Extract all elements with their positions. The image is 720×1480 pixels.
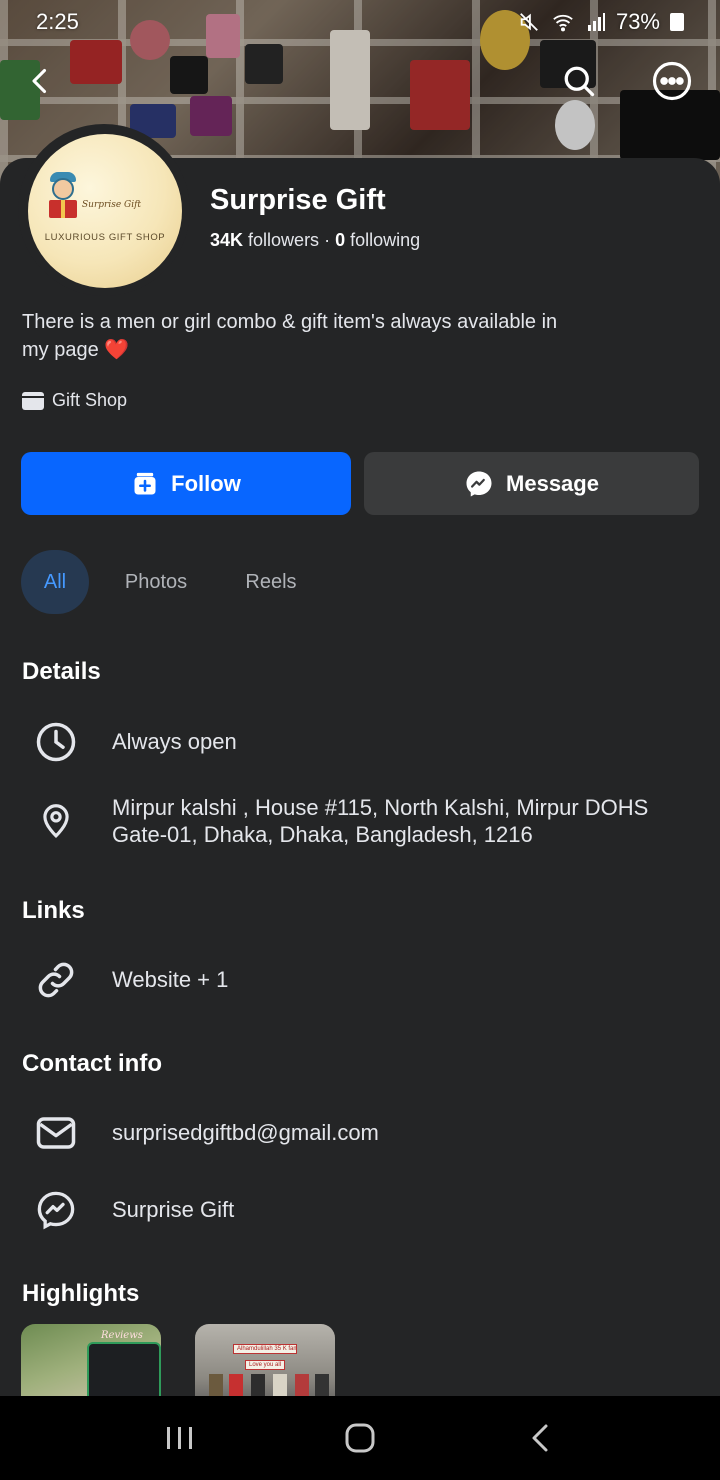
highlight-caption-2: Love you all — [245, 1360, 286, 1370]
back-button[interactable] — [18, 58, 64, 104]
category-icon — [22, 391, 44, 410]
hours-row: Always open — [30, 716, 237, 768]
message-label: Message — [506, 470, 599, 496]
follow-page-icon — [134, 472, 156, 494]
profile-tabs: All Photos Reels — [21, 550, 319, 614]
more-options-button[interactable] — [649, 58, 695, 104]
messenger-icon — [466, 471, 492, 496]
address-row[interactable]: Mirpur kalshi , House #115, North Kalshi… — [30, 794, 692, 848]
contact-heading: Contact info — [22, 1050, 162, 1077]
tab-reels[interactable]: Reels — [223, 550, 319, 614]
status-bar: 2:25 73% — [0, 0, 720, 44]
battery-icon — [670, 13, 684, 31]
links-heading: Links — [22, 897, 85, 924]
search-icon — [564, 66, 595, 97]
location-pin-icon — [30, 794, 82, 846]
heart-emoji: ❤️ — [104, 339, 130, 361]
category-label: Gift Shop — [52, 390, 128, 410]
email-text[interactable]: surprisedgiftbd@gmail.com — [112, 1119, 379, 1146]
follow-button[interactable]: Follow — [21, 452, 351, 515]
chevron-left-icon — [532, 1424, 548, 1452]
avatar-gift-ribbon — [61, 200, 65, 218]
tab-all[interactable]: All — [21, 550, 89, 614]
tab-photos[interactable]: Photos — [89, 550, 223, 614]
more-options-icon — [652, 61, 692, 101]
hours-text: Always open — [112, 729, 237, 754]
website-link[interactable]: Website + 1 — [112, 966, 228, 993]
following-count[interactable]: 0 — [335, 230, 345, 250]
bio-text: There is a men or girl combo & gift item… — [22, 311, 558, 361]
stats-separator: · — [319, 230, 336, 250]
envelope-icon — [30, 1107, 82, 1159]
page-category: Gift Shop — [22, 390, 127, 411]
home-icon — [345, 1423, 375, 1453]
highlights-heading: Highlights — [22, 1280, 140, 1307]
followers-label[interactable]: followers — [243, 230, 319, 250]
link-icon — [30, 954, 82, 1006]
signal-icon — [587, 13, 605, 31]
messenger-name[interactable]: Surprise Gift — [112, 1196, 234, 1223]
battery-percent: 73% — [615, 9, 660, 34]
back-arrow-icon — [32, 68, 47, 94]
messenger-row[interactable]: Surprise Gift — [30, 1184, 234, 1236]
system-back-button[interactable] — [510, 1408, 570, 1468]
highlight-caption: Alhamdulillah 35 K family done... — [233, 1344, 297, 1354]
recent-apps-icon — [167, 1427, 192, 1449]
avatar-shop-text: LUXURIOUS GIFT SHOP — [44, 232, 166, 243]
avatar-mascot-head — [52, 178, 74, 200]
recent-apps-button[interactable] — [150, 1408, 210, 1468]
messenger-contact-icon — [30, 1184, 82, 1236]
followers-count[interactable]: 34K — [210, 230, 243, 250]
clock-icon — [30, 716, 82, 768]
page-title: Surprise Gift — [210, 184, 386, 216]
wifi-icon — [553, 14, 573, 32]
page-bio: There is a men or girl combo & gift item… — [22, 308, 582, 364]
search-button[interactable] — [556, 58, 602, 104]
details-heading: Details — [22, 658, 101, 685]
website-row[interactable]: Website + 1 — [30, 954, 228, 1006]
system-nav-bar — [0, 1396, 720, 1480]
follow-label: Follow — [171, 470, 241, 496]
status-indicators: 73% — [518, 9, 684, 35]
mute-icon — [520, 13, 538, 31]
avatar[interactable]: Surprise Gift LUXURIOUS GIFT SHOP — [28, 134, 182, 288]
message-button[interactable]: Message — [364, 452, 699, 515]
home-button[interactable] — [330, 1408, 390, 1468]
status-time: 2:25 — [36, 9, 79, 34]
follow-stats: 34K followers · 0 following — [210, 230, 420, 251]
avatar-brand-text: Surprise Gift — [82, 200, 142, 210]
email-row[interactable]: surprisedgiftbd@gmail.com — [30, 1107, 379, 1159]
highlight-caption: Reviews — [101, 1330, 143, 1341]
following-label[interactable]: following — [345, 230, 420, 250]
address-text: Mirpur kalshi , House #115, North Kalshi… — [112, 795, 649, 847]
